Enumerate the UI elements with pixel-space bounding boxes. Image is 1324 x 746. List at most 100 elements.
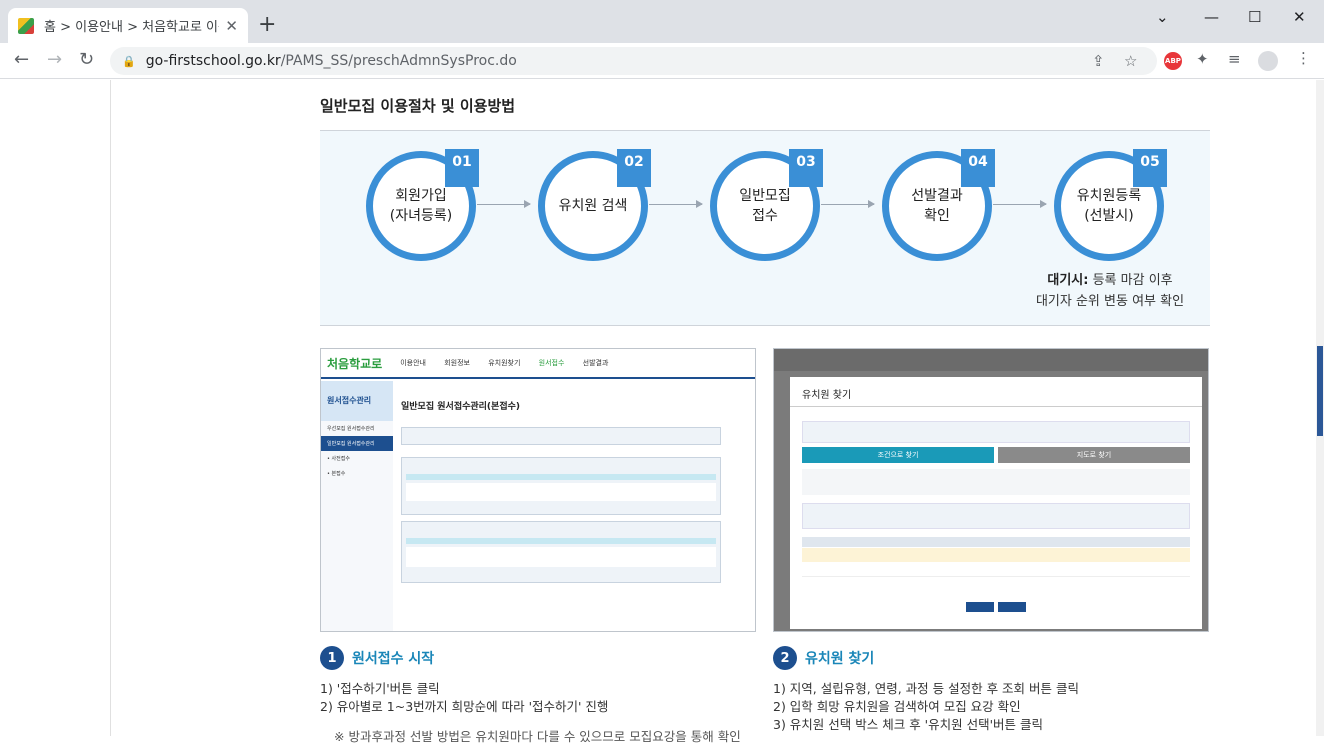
section-1-body: 1) '접수하기'버튼 클릭 2) 유아별로 1~3번까지 희망순에 따라 '접… [320,680,740,746]
mini-tabs: 조건으로 찾기 지도로 찾기 [802,447,1190,463]
mini-heading: 일반모집 원서접수관리(본접수) [401,402,521,412]
mini-button [966,602,994,612]
section-line: 2) 입학 희망 유치원을 검색하여 모집 요강 확인 [773,699,1021,714]
step-number: 01 [445,149,479,187]
new-tab-icon[interactable]: + [258,12,276,37]
mini-tab-conditions: 조건으로 찾기 [802,447,994,463]
screenshot-kindergarten-search: 유치원 찾기 조건으로 찾기 지도로 찾기 [773,348,1209,632]
mini-menu-item: 유치원찾기 [488,359,521,367]
step-label: 일반모집 접수 [739,187,791,224]
reload-icon[interactable]: ↻ [79,49,94,70]
mini-panel [401,521,721,583]
section-number-badge: 2 [773,646,797,670]
arrow-icon [821,200,875,208]
url-path: /PAMS_SS/preschAdmnSysProc.do [280,53,517,69]
mini-table-header [802,537,1190,547]
mini-table-row [802,563,1190,577]
mini-panel [401,457,721,515]
step-label: 유치원등록 (선발시) [1076,187,1142,224]
page-scrollbar[interactable] [1316,80,1324,736]
step-label: 선발결과 확인 [911,187,963,224]
tab-search-icon[interactable]: ⌄ [1156,8,1169,26]
step-label: 유치원 검색 [558,197,628,214]
mini-modal: 유치원 찾기 조건으로 찾기 지도로 찾기 [790,377,1202,629]
browser-tab[interactable]: 홈 > 이용안내 > 처음학교로 이용 ✕ [8,8,248,43]
maximize-icon[interactable]: ☐ [1248,8,1261,26]
step-4: 선발결과 확인 04 [882,149,995,261]
mini-site-header [774,349,1208,371]
mini-row [406,538,716,544]
section-2-body: 1) 지역, 설립유형, 연령, 과정 등 설정한 후 조회 버튼 클릭 2) … [773,680,1079,734]
mini-sidebar-item: • 사전접수 [327,456,350,462]
wait-note-text1: 등록 마감 이후 [1088,273,1173,288]
forward-icon[interactable]: → [47,49,62,70]
site-favicon-icon [18,17,34,34]
reading-list-icon[interactable]: ≡ [1228,50,1241,68]
section-line: 2) 유아별로 1~3번까지 희망순에 따라 '접수하기' 진행 [320,699,609,714]
extensions-icon[interactable]: ✦ [1196,50,1209,68]
mini-info-box [802,503,1190,529]
section-2-heading: 2 유치원 찾기 [773,646,874,670]
process-steps: 회원가입 (자녀등록) 01 유치원 검색 02 일반모집 접수 03 선발결과… [320,131,1210,325]
section-line: 3) 유치원 선택 박스 체크 후 '유치원 선택'버튼 클릭 [773,717,1043,732]
left-divider [110,80,111,736]
mini-sidebar-item: • 본접수 [327,471,346,477]
mini-modal-title: 유치원 찾기 [790,377,1202,407]
wait-note-bold: 대기시: [1047,273,1089,288]
step-number: 02 [617,149,651,187]
mini-button [998,602,1026,612]
mini-sidebar-item: 우선모집 원서접수관리 [327,426,375,432]
mini-info-box [802,421,1190,443]
adblock-plus-icon[interactable]: ABP [1164,52,1182,70]
wait-note: 대기시: 등록 마감 이후 대기자 순위 변동 여부 확인 [1020,271,1200,313]
section-1-heading: 1 원서접수 시작 [320,646,434,670]
mini-site-logo: 처음학교로 [327,356,383,371]
bookmark-star-icon[interactable]: ☆ [1124,52,1137,70]
step-2: 유치원 검색 02 [538,149,651,261]
arrow-icon [477,200,531,208]
step-5: 유치원등록 (선발시) 05 [1054,149,1167,261]
section-note: ※ 방과후과정 선발 방법은 유치원마다 다를 수 있으므로 모집요강을 통해 … [334,729,740,744]
mini-search-form [802,469,1190,495]
tab-title: 홈 > 이용안내 > 처음학교로 이용 [44,20,220,35]
profile-avatar-icon[interactable] [1258,51,1278,71]
tab-bar: 홈 > 이용안내 > 처음학교로 이용 ✕ + ⌄ — ☐ ✕ [0,0,1324,43]
browser-toolbar: ← → ↻ 🔒 go-firstschool.go.kr/PAMS_SS/pre… [0,43,1324,79]
lock-icon[interactable]: 🔒 [122,55,136,68]
more-menu-icon[interactable]: ⋮ [1296,49,1311,67]
section-title: 유치원 찾기 [805,651,875,667]
mini-row [406,483,716,501]
arrow-icon [993,200,1047,208]
mini-menu-item: 회원정보 [444,359,470,367]
step-3: 일반모집 접수 03 [710,149,823,261]
step-1: 회원가입 (자녀등록) 01 [366,149,479,261]
back-icon[interactable]: ← [14,49,29,70]
mini-panel [401,427,721,445]
wait-note-text2: 대기자 순위 변동 여부 확인 [1035,293,1185,309]
page-title: 일반모집 이용절차 및 이용방법 [320,97,516,115]
page-content: 일반모집 이용절차 및 이용방법 회원가입 (자녀등록) 01 유치원 검색 0… [0,80,1316,744]
step-number: 03 [789,149,823,187]
scrollbar-thumb[interactable] [1317,346,1323,436]
mini-menu-item: 이용안내 [400,359,426,367]
address-bar[interactable]: 🔒 go-firstschool.go.kr/PAMS_SS/preschAdm… [110,47,1157,75]
step-number: 04 [961,149,995,187]
minimize-icon[interactable]: — [1204,8,1219,26]
mini-row [406,547,716,567]
mini-menu-item: 원서접수 [538,359,565,367]
close-tab-icon[interactable]: ✕ [225,17,238,35]
mini-row [406,474,716,480]
divider [320,325,1210,326]
mini-sidebar-item: 일반모집 원서접수관리 [321,436,393,451]
step-label: 회원가입 (자녀등록) [389,187,453,224]
section-line: 1) '접수하기'버튼 클릭 [320,681,440,696]
mini-site-header: 처음학교로 이용안내 회원정보 유치원찾기 원서접수 선발결과 [321,349,755,379]
share-icon[interactable]: ⇪ [1092,52,1105,70]
mini-menu-item: 선발결과 [582,359,609,367]
close-window-icon[interactable]: ✕ [1293,8,1306,26]
mini-site-menu: 이용안내 회원정보 유치원찾기 원서접수 선발결과 [400,358,624,368]
screenshot-application-management: 처음학교로 이용안내 회원정보 유치원찾기 원서접수 선발결과 원서접수관리 우… [320,348,756,632]
step-number: 05 [1133,149,1167,187]
mini-tab-map: 지도로 찾기 [998,447,1190,463]
url-text: go-firstschool.go.kr/PAMS_SS/preschAdmnS… [146,53,517,69]
